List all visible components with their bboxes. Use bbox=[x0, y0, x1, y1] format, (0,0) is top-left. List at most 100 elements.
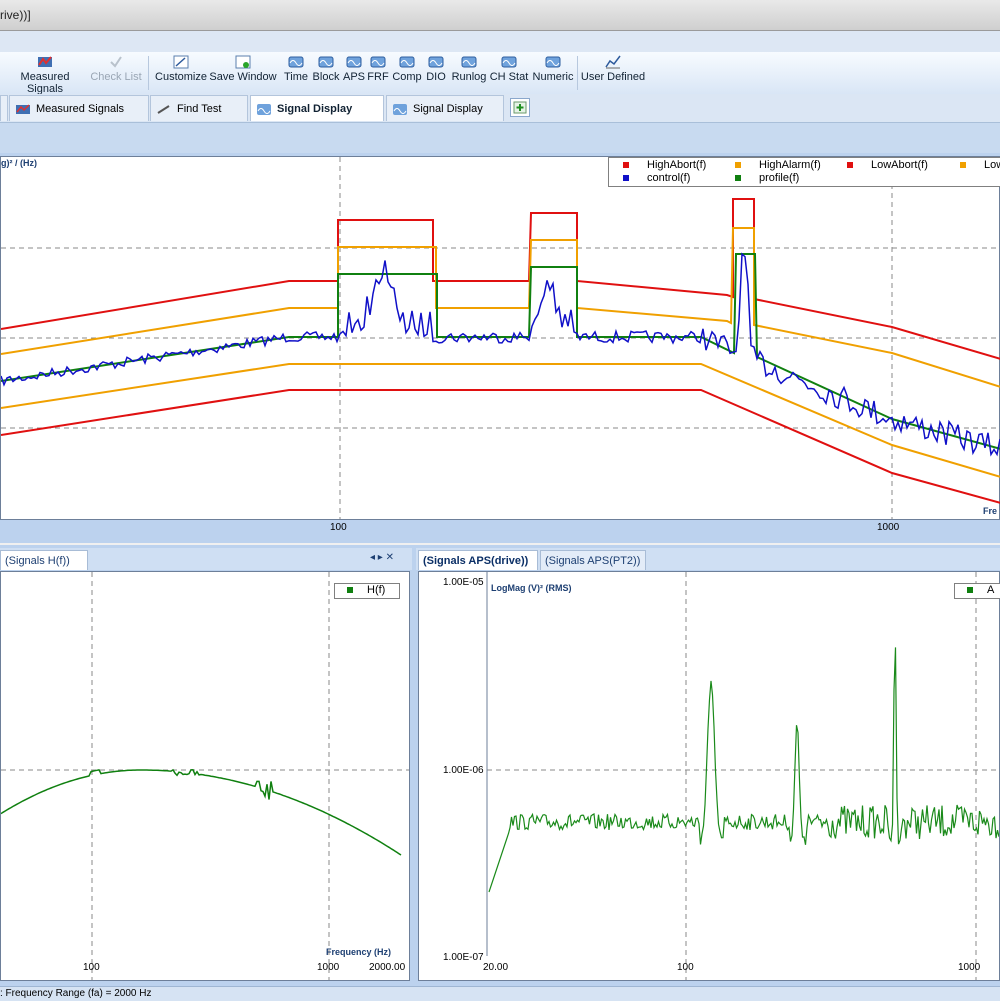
dio-button[interactable]: DIO bbox=[424, 52, 448, 92]
ch-stat-icon bbox=[501, 56, 517, 68]
status-text: : Frequency Range (fa) = 2000 Hz bbox=[0, 988, 152, 999]
runlog-button[interactable]: Runlog bbox=[450, 52, 488, 92]
tab-label: Find Test bbox=[177, 103, 222, 115]
comp-button[interactable]: Comp bbox=[391, 52, 423, 92]
tab-signal-display-active[interactable]: Signal Display bbox=[250, 95, 384, 121]
ribbon-label: Save Window bbox=[209, 71, 277, 83]
tab-find-test[interactable]: Find Test bbox=[150, 95, 248, 121]
ribbon-label: Measured Signals bbox=[20, 71, 70, 95]
ribbon-label: Runlog bbox=[451, 71, 487, 83]
tab-measured-signals[interactable]: Measured Signals bbox=[9, 95, 149, 121]
block-button[interactable]: Block bbox=[311, 52, 341, 92]
tab-label: Measured Signals bbox=[36, 103, 125, 115]
aps-button[interactable]: APS bbox=[342, 52, 366, 92]
tab-label: Signal Display bbox=[277, 103, 353, 115]
comp-icon bbox=[399, 56, 415, 68]
ribbon-toolbar: Measured Signals Check List Customize Sa… bbox=[0, 52, 1000, 95]
user-defined-button[interactable]: User Defined bbox=[580, 52, 646, 92]
legend-label: Low bbox=[984, 159, 1000, 171]
right-x-tick-20: 20.00 bbox=[483, 962, 509, 973]
right-y-tick-1e-07: 1.00E-07 bbox=[443, 952, 484, 963]
time-icon bbox=[288, 56, 304, 68]
tab-signals-aps-drive[interactable]: (Signals APS(drive)) bbox=[418, 550, 538, 570]
legend-swatch bbox=[847, 162, 853, 169]
highabort-line bbox=[1, 198, 1000, 360]
lowalarm-line bbox=[1, 363, 1000, 478]
top-x-tick-100: 100 bbox=[330, 522, 347, 533]
left-plot-canvas bbox=[1, 572, 409, 980]
numeric-icon bbox=[545, 56, 561, 68]
ribbon-label: CH Stat bbox=[489, 71, 529, 83]
legend-label: LowAbort(f) bbox=[871, 159, 928, 171]
ribbon-label: Numeric bbox=[532, 71, 574, 83]
top-plot[interactable]: g)² / (Hz) Fre HighAbort(f) HighAlarm(f)… bbox=[0, 156, 1000, 520]
save-window-button[interactable]: Save Window bbox=[209, 52, 277, 92]
signal-display-icon bbox=[257, 103, 271, 115]
tab-overflow[interactable] bbox=[0, 95, 8, 121]
right-x-tick-1000: 1000 bbox=[958, 962, 981, 973]
legend-label: HighAbort(f) bbox=[647, 159, 707, 171]
left-x-tick-100: 100 bbox=[83, 962, 100, 973]
legend-label: HighAlarm(f) bbox=[759, 159, 821, 171]
legend-swatch bbox=[735, 175, 741, 182]
ribbon-label: Block bbox=[312, 71, 340, 83]
left-x-tick-1000: 1000 bbox=[317, 962, 340, 973]
ribbon-label: Time bbox=[283, 71, 309, 83]
right-plot[interactable]: LogMag (V)² (RMS) 1.00E-05 1.00E-06 1.00… bbox=[418, 571, 1000, 981]
measured-signals-icon bbox=[38, 56, 52, 67]
legend-swatch bbox=[347, 587, 353, 594]
add-icon bbox=[513, 101, 527, 114]
customize-button[interactable]: Customize bbox=[154, 52, 208, 92]
left-panel-tabstrip: (Signals H(f)) ◂ ▸ ✕ bbox=[0, 548, 412, 570]
legend-item-profile: profile(f) bbox=[735, 172, 799, 184]
window-title-bar: rive))] bbox=[0, 0, 1000, 31]
display-header-bar bbox=[0, 123, 1000, 154]
tab-signal-display[interactable]: Signal Display bbox=[386, 95, 504, 121]
top-x-tick-1000: 1000 bbox=[877, 522, 900, 533]
legend-label: H(f) bbox=[367, 584, 386, 596]
window-title: rive))] bbox=[0, 8, 31, 22]
customize-icon bbox=[173, 55, 189, 69]
left-plot-legend: H(f) bbox=[334, 583, 400, 599]
tab-signals-aps-pt2[interactable]: (Signals APS(PT2)) bbox=[540, 550, 646, 570]
legend-swatch bbox=[967, 587, 973, 594]
legend-item-highalarm: HighAlarm(f) bbox=[735, 159, 821, 171]
ribbon-label: Comp bbox=[392, 71, 422, 83]
time-button[interactable]: Time bbox=[282, 52, 310, 92]
right-plot-legend: A bbox=[954, 583, 1000, 599]
hf-trace bbox=[1, 768, 402, 856]
top-plot-legend: HighAbort(f) HighAlarm(f) LowAbort(f) Lo… bbox=[608, 157, 1000, 187]
frf-icon bbox=[370, 56, 386, 68]
legend-item-low: Low bbox=[960, 159, 1000, 171]
legend-swatch bbox=[623, 175, 629, 182]
panel-nav-controls[interactable]: ◂ ▸ ✕ bbox=[370, 552, 394, 563]
add-tab-button[interactable] bbox=[510, 98, 530, 117]
legend-item-lowabort: LowAbort(f) bbox=[847, 159, 928, 171]
legend-item-aps: A bbox=[967, 584, 994, 596]
ribbon-separator bbox=[148, 56, 149, 90]
aps-icon bbox=[346, 56, 362, 68]
left-plot[interactable]: H(f) Frequency (Hz) 100 1000 2000.00 bbox=[0, 571, 410, 981]
frf-button[interactable]: FRF bbox=[366, 52, 390, 92]
status-bar: : Frequency Range (fa) = 2000 Hz bbox=[0, 986, 1000, 1001]
user-defined-icon bbox=[605, 55, 621, 69]
ch-stat-button[interactable]: CH Stat bbox=[489, 52, 529, 92]
right-plot-canvas bbox=[486, 572, 999, 980]
check-list-button[interactable]: Check List bbox=[90, 52, 142, 92]
tab-label: (Signals APS(PT2)) bbox=[545, 555, 641, 567]
right-x-tick-100: 100 bbox=[677, 962, 694, 973]
legend-label: control(f) bbox=[647, 172, 691, 184]
legend-swatch bbox=[623, 162, 629, 169]
ribbon-label: Customize bbox=[155, 71, 207, 83]
ribbon-separator bbox=[577, 56, 578, 90]
measured-signals-button[interactable]: Measured Signals bbox=[2, 52, 88, 95]
numeric-button[interactable]: Numeric bbox=[531, 52, 575, 92]
right-y-tick-1e-06: 1.00E-06 bbox=[443, 765, 484, 776]
tab-label: Signal Display bbox=[413, 103, 483, 115]
ribbon-tabs-area bbox=[0, 31, 1000, 52]
tab-signals-hf[interactable]: (Signals H(f)) bbox=[0, 550, 88, 570]
control-trace bbox=[1, 252, 1000, 457]
ribbon-label: DIO bbox=[426, 71, 446, 83]
signal-display-icon bbox=[393, 103, 407, 115]
right-y-tick-1e-05: 1.00E-05 bbox=[443, 577, 484, 588]
